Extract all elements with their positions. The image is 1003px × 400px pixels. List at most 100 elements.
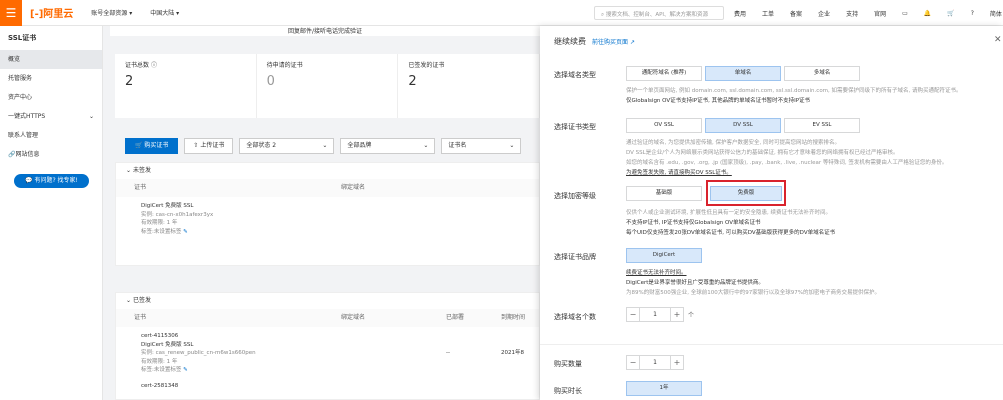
aliyun-logo[interactable]: [-]阿里云 [30,5,73,20]
info-icon: ⓘ [150,62,157,69]
sidebar-title: SSL证书 [8,34,37,42]
chevron-down-icon: ⌄ [88,113,94,120]
brand-desc-2: DigiCert是业界享誉很好且广受尊重的品牌证书提供商。 [626,280,764,286]
sidebar-item-managed[interactable]: 托管服务 [0,69,102,88]
status-filter[interactable]: 全部状态 2 ⌄ [239,138,335,154]
stat-total-value: 2 [125,74,134,89]
top-navbar: ☰ [-]阿里云 账号全部资源 ▾ 中国大陆 ▾ ⌕ 搜索文档、控制台、API、… [0,0,1003,26]
option-digicert[interactable]: DigiCert [626,248,702,263]
cert-name[interactable]: cert-2581348 [141,382,539,391]
sidebar-item-overview[interactable]: 概览 [0,50,102,69]
cert-search[interactable]: 证书名 ⌄ [441,138,522,154]
cert-type-desc: 通过验证的域名, 为您提供加密传输, 保护客户数据安全, 同时可提高您网站的搜索… [626,138,991,178]
main-content: 回复邮件/接听电话完成验证 证书总数 ⓘ 2 待申请的证书 0 已签发的证书 2… [110,26,541,400]
edit-icon[interactable]: ✎ [183,367,188,373]
stat-total: 证书总数 ⓘ 2 [115,54,257,118]
menu-icon[interactable]: ☰ [0,0,22,26]
option-ov-ssl[interactable]: OV SSL [626,118,702,133]
terminal-icon[interactable]: ▭ [902,10,908,17]
panel-title: 继续续费 [554,37,586,46]
verification-notice: 回复邮件/接听电话完成验证 [110,26,540,36]
option-basic[interactable]: 基础版 [626,186,702,201]
upload-cert-label: 上传证书 [200,142,225,149]
brand-desc: 续费证书无法补齐时间。 DigiCert是业界享誉很好且广受尊重的品牌证书提供商… [626,268,991,298]
cert-period: 有效期限: 1 年 [141,220,178,226]
col-expire: 到期时间 [501,314,526,321]
cert-brand: DigiCert 免费版 SSL [141,341,194,348]
help-icon[interactable]: ? [971,10,974,17]
cert-type-desc-2: DV SSL是企业/个人为网络展示类网站获得公信力的基础保证, 拥有它才意味着您… [626,150,899,156]
sidebar-item-site-info-label: 网站信息 [15,151,40,158]
buy-count-label: 购买数量 [554,360,582,368]
option-multi-domain[interactable]: 多域名 [784,66,860,81]
sidebar-item-assets[interactable]: 资产中心 [0,88,102,107]
buy-cert-button[interactable]: 🛒 购买证书 [125,138,179,154]
search-input[interactable]: ⌕ 搜索文档、控制台、API、解决方案和资源 [594,6,724,20]
stats-bar: 证书总数 ⓘ 2 待申请的证书 0 已签发的证书 2 [115,54,541,118]
nav-link-filing[interactable]: 备案 [790,9,802,18]
domain-count-label: 选择域名个数 [554,313,596,321]
chevron-down-icon: ⌄ [509,142,515,149]
cert-type-desc-1: 通过验证的域名, 为您提供加密传输, 保护客户数据安全, 同时可提高您网站的搜索… [626,140,840,146]
col-deployed: 已部署 [446,314,465,321]
cert-name[interactable]: DigiCert 免费版 SSL [141,202,539,211]
unsigned-title: 未签发 [132,167,151,174]
language-switch[interactable]: 简体 [990,9,1002,18]
plus-icon[interactable]: + [670,307,684,322]
cert-deployed: -- [446,350,450,356]
cert-instance: 实例: cas-cn-x0h1afexr3yx [141,211,214,218]
option-dv-ssl[interactable]: DV SSL [705,118,781,133]
search-placeholder: 搜索文档、控制台、API、解决方案和资源 [605,12,709,18]
level-label: 选择加密等级 [554,192,596,200]
divider [540,344,1003,345]
renew-panel: 继续续费 前往购买页面 ↗ ✕ 选择域名类型 通配符域名 (推荐) 单域名 多域名… [540,26,1003,400]
domain-count-stepper[interactable]: − 1 + 个 [626,307,694,322]
bell-icon[interactable]: 🔔 [924,10,931,17]
upload-cert-button[interactable]: ⇧ 上传证书 [184,138,234,154]
cert-type-label: 选择证书类型 [554,123,596,131]
nav-link-ticket[interactable]: 工单 [762,9,774,18]
cert-type-desc-3: 如您的域名含有 .edu, .gov, .org, .jp (国家顶级), .p… [626,160,948,166]
buy-cert-label: 购买证书 [144,142,169,149]
plus-icon[interactable]: + [670,355,684,370]
buy-page-link[interactable]: 前往购买页面 ↗ [592,39,635,46]
expert-help-button[interactable]: 💬 有问题? 找专家! [14,174,89,188]
buy-count-value[interactable]: 1 [640,355,670,370]
option-1-year[interactable]: 1年 [626,381,702,396]
stat-issued: 已签发的证书 2 [398,54,541,118]
sidebar-item-contacts[interactable]: 联系人管理 [0,126,102,145]
resource-selector[interactable]: 账号全部资源 ▾ [91,8,132,17]
region-selector[interactable]: 中国大陆 ▾ [150,8,179,17]
minus-icon[interactable]: − [626,355,640,370]
unsigned-header[interactable]: ⌄ 未签发 [116,163,539,179]
brand-desc-3: 为89%的财富500强企业, 全球前100大银行中的97家银行以及全球97%的加… [626,290,880,296]
brand-filter-label: 全部品牌 [347,142,372,149]
level-desc-2: 不支持IP证书, IP证书支持仅Globalsign OV单域名证书 [626,220,761,226]
cert-name[interactable]: cert-4115306 [141,332,539,341]
nav-link-support[interactable]: 支持 [846,9,858,18]
option-wildcard[interactable]: 通配符域名 (推荐) [626,66,702,81]
sidebar-item-https-label: 一键式HTTPS [8,113,46,120]
chevron-down-icon: ⌄ [126,297,133,304]
level-desc: 仅供个人或企业测试环境, 扩展性低且具有一定的安全隐患, 续费证书无法补齐时间。… [626,208,991,238]
nav-link-enterprise[interactable]: 企业 [818,9,830,18]
domain-type-label: 选择域名类型 [554,71,596,79]
cart-icon[interactable]: 🛒 [947,10,954,17]
nav-link-fees[interactable]: 费用 [734,9,746,18]
buy-count-stepper[interactable]: − 1 + [626,355,684,370]
option-ev-ssl[interactable]: EV SSL [784,118,860,133]
domain-count-value[interactable]: 1 [640,307,670,322]
brand-filter[interactable]: 全部品牌 ⌄ [340,138,436,154]
table-row: cert-2581348 [116,380,539,396]
stat-issued-label: 已签发的证书 [408,62,445,69]
nav-link-website[interactable]: 官网 [874,9,886,18]
duration-label: 购买时长 [554,387,582,395]
edit-icon[interactable]: ✎ [183,229,188,235]
domain-type-desc-1: 保护一个单页面网站, 例如 domain.com, ssl.domain.com… [626,88,962,94]
sidebar-item-site-info[interactable]: 🔗网站信息 [0,145,102,164]
option-single-domain[interactable]: 单域名 [705,66,781,81]
signed-header[interactable]: ⌄ 已签发 [116,293,539,309]
close-icon[interactable]: ✕ [994,35,1002,45]
minus-icon[interactable]: − [626,307,640,322]
sidebar-item-https[interactable]: 一键式HTTPS ⌄ [0,107,102,126]
